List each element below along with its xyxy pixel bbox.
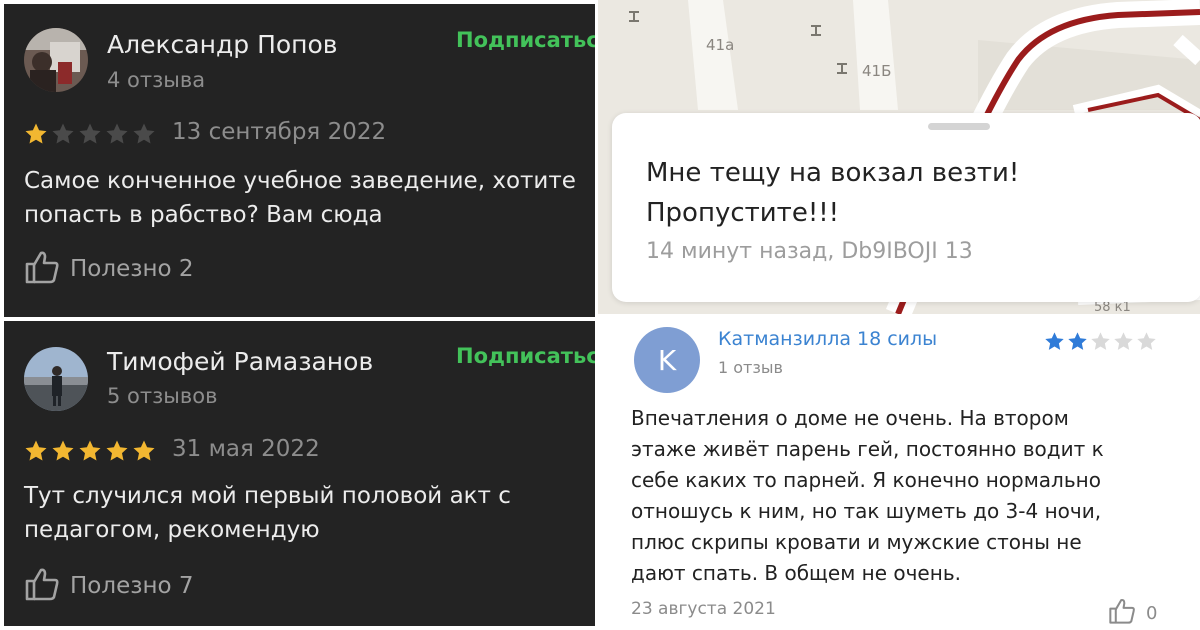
map-pin-icon — [834, 60, 850, 80]
star-icon — [52, 123, 74, 144]
star-icon — [1068, 332, 1087, 350]
review-date: 31 мая 2022 — [172, 436, 320, 462]
star-icon — [1137, 332, 1156, 350]
useful-button[interactable]: Полезно 2 — [24, 249, 194, 289]
comment-meta: 14 минут назад, Db9IBOJI 13 — [646, 239, 973, 264]
review-date: 23 августа 2021 — [631, 599, 776, 619]
rating-stars — [24, 439, 156, 463]
thumbs-up-icon — [24, 566, 60, 606]
subscribe-button[interactable]: Подписаться — [456, 28, 595, 52]
star-icon — [106, 123, 128, 144]
review-text: Самое конченное учебное заведение, хотит… — [24, 168, 576, 228]
left-reviews-panel: Александр Попов 4 отзыва Подписаться 13 … — [0, 0, 595, 630]
star-icon — [52, 440, 74, 461]
useful-label: Полезно 7 — [70, 573, 194, 599]
reviewer-review-count: 5 отзывов — [107, 384, 218, 408]
review-text: Впечатления о доме не очень. На втором э… — [631, 406, 1104, 585]
avatar[interactable] — [24, 28, 88, 92]
star-icon — [25, 123, 47, 144]
star-icon — [79, 123, 101, 144]
useful-button[interactable]: Полезно 7 — [24, 566, 194, 606]
drag-handle[interactable] — [928, 123, 990, 130]
thumbs-up-icon — [1108, 597, 1136, 629]
star-icon — [133, 123, 155, 144]
reviewer-name[interactable]: Александр Попов — [107, 30, 338, 59]
map-panel: 41а 41Б 58 к1 Мне тещу на вокзал везти! … — [598, 0, 1200, 314]
review-date: 13 сентября 2022 — [172, 119, 387, 145]
avatar[interactable] — [24, 347, 88, 411]
star-icon — [1045, 332, 1064, 350]
rating-stars — [24, 122, 156, 146]
reviewer-name[interactable]: Тимофей Рамазанов — [107, 347, 373, 376]
map-building-label: 58 к1 — [1094, 300, 1131, 314]
map-building-label: 41Б — [862, 62, 892, 80]
right-review-panel: K Катманзилла 18 силы 1 отзыв Впечатлени… — [598, 317, 1200, 630]
useful-button[interactable]: 0 — [1108, 597, 1157, 629]
star-icon — [133, 440, 155, 461]
subscribe-button[interactable]: Подписаться — [456, 344, 595, 368]
comment-bubble[interactable]: Мне тещу на вокзал везти! Пропустите!!! … — [612, 113, 1200, 302]
star-icon — [1091, 332, 1110, 350]
rating-stars — [1044, 331, 1157, 352]
useful-label: Полезно 2 — [70, 256, 194, 282]
map-pin-icon — [808, 22, 824, 42]
reviewer-review-count: 1 отзыв — [718, 358, 783, 377]
map-building-label: 41а — [706, 36, 735, 54]
star-icon — [106, 440, 128, 461]
map-pin-icon — [626, 8, 642, 28]
review-card: Тимофей Рамазанов 5 отзывов Подписаться … — [4, 321, 595, 626]
star-icon — [25, 440, 47, 461]
comment-text: Мне тещу на вокзал везти! Пропустите!!! — [646, 158, 1020, 228]
reviewer-review-count: 4 отзыва — [107, 68, 206, 92]
star-icon — [79, 440, 101, 461]
star-icon — [1114, 332, 1133, 350]
thumbs-up-icon — [24, 249, 60, 289]
reviewer-name[interactable]: Катманзилла 18 силы — [718, 328, 937, 350]
review-card: Александр Попов 4 отзыва Подписаться 13 … — [4, 4, 595, 317]
useful-count: 0 — [1146, 602, 1158, 624]
avatar[interactable]: K — [634, 327, 700, 393]
review-text: Тут случился мой первый половой акт с пе… — [24, 483, 511, 543]
